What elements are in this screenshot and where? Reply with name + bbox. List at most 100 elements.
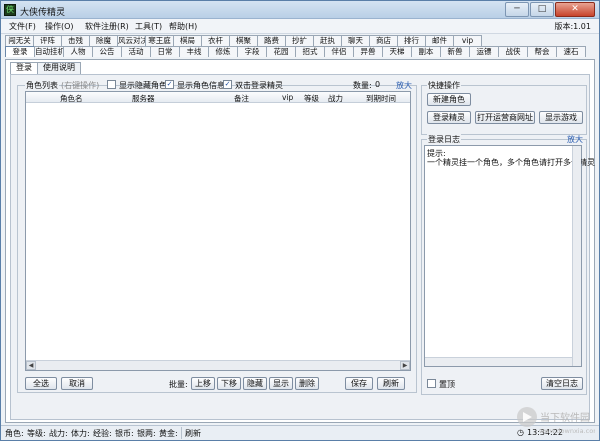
menu-operation[interactable]: 操作(O) bbox=[45, 21, 74, 32]
menu-file[interactable]: 文件(F) bbox=[9, 21, 36, 32]
function-tab[interactable]: 自动挂机 bbox=[34, 46, 64, 57]
menu-tools[interactable]: 工具(T) bbox=[135, 21, 162, 32]
svg-text:www.downxia.com: www.downxia.com bbox=[539, 427, 595, 435]
log-zoom-link[interactable]: 放大 bbox=[567, 134, 583, 145]
show-hidden-checkbox[interactable] bbox=[107, 80, 116, 89]
function-tab[interactable]: 修炼 bbox=[208, 46, 238, 57]
quick-ops-label: 快捷操作 bbox=[427, 80, 461, 91]
status-bar: 角色: 等级: 战力: 体力: 经验: 银币: 银两: 黄金: 刷新 ◷ 13:… bbox=[1, 425, 599, 440]
minimize-button[interactable]: ─ bbox=[505, 2, 529, 17]
login-log-textarea[interactable]: 提示: 一个精灵挂一个角色，多个角色请打开多个精灵 bbox=[424, 145, 595, 367]
function-tab[interactable]: 异兽 bbox=[353, 46, 383, 57]
column-header[interactable]: 备注 bbox=[234, 93, 249, 104]
column-header[interactable]: vip bbox=[282, 93, 293, 102]
save-button[interactable]: 保存 bbox=[345, 377, 373, 390]
delete-button[interactable]: 删除 bbox=[295, 377, 319, 390]
function-tab[interactable]: 战侠 bbox=[498, 46, 528, 57]
refresh-list-button[interactable]: 刷新 bbox=[377, 377, 405, 390]
column-header[interactable]: 等级 bbox=[304, 93, 319, 104]
log-hscrollbar[interactable] bbox=[425, 357, 572, 366]
title-bar[interactable]: 侠 大侠传精灵 ─ □ ✕ bbox=[1, 1, 599, 19]
close-button[interactable]: ✕ bbox=[555, 2, 595, 17]
function-tab[interactable]: 赶执 bbox=[313, 35, 342, 46]
function-tab[interactable]: vip bbox=[453, 35, 482, 46]
subtab-login[interactable]: 登录 bbox=[10, 62, 38, 74]
function-tab[interactable]: 衣杆 bbox=[201, 35, 230, 46]
count-label: 数量: bbox=[353, 81, 372, 90]
function-tab[interactable]: 击残 bbox=[61, 35, 90, 46]
function-tab[interactable]: 寒王庭 bbox=[145, 35, 174, 46]
show-game-button[interactable]: 显示游戏 bbox=[539, 111, 583, 124]
function-tab[interactable]: 排行 bbox=[397, 35, 426, 46]
move-down-button[interactable]: 下移 bbox=[217, 377, 241, 390]
dblclick-login-label: 双击登录精灵 bbox=[235, 81, 283, 90]
role-list-hscrollbar[interactable]: ◀ ▶ bbox=[26, 360, 410, 370]
status-power: 战力: bbox=[49, 429, 68, 438]
function-tab[interactable]: 棋聚 bbox=[229, 35, 258, 46]
function-tab[interactable]: 伴侣 bbox=[324, 46, 354, 57]
function-tab[interactable]: 丰线 bbox=[179, 46, 209, 57]
function-tab[interactable]: 字段 bbox=[237, 46, 267, 57]
hide-button[interactable]: 隐藏 bbox=[243, 377, 267, 390]
login-content: 角色列表 (右键操作) 显示隐藏角色 ✓ 显示角色信息 ✓ 双击登录精灵 数量:… bbox=[10, 74, 595, 420]
role-list-zoom-link[interactable]: 放大 bbox=[396, 80, 412, 91]
function-tab[interactable]: 新兽 bbox=[440, 46, 470, 57]
function-tab[interactable]: 登录 bbox=[5, 46, 35, 57]
subtab-instructions[interactable]: 使用说明 bbox=[37, 62, 81, 74]
role-list-hint: (右键操作) bbox=[61, 81, 100, 90]
function-tab[interactable]: 除魔 bbox=[89, 35, 118, 46]
column-header[interactable]: 战力 bbox=[328, 93, 343, 104]
function-tab[interactable]: 帮会 bbox=[527, 46, 557, 57]
function-tab[interactable]: 棋局 bbox=[173, 35, 202, 46]
function-tab[interactable]: 花园 bbox=[266, 46, 296, 57]
menu-help[interactable]: 帮助(H) bbox=[169, 21, 197, 32]
function-tab[interactable]: 商店 bbox=[369, 35, 398, 46]
login-log-label: 登录日志 bbox=[427, 134, 461, 145]
svg-text:当下软件园: 当下软件园 bbox=[540, 411, 590, 424]
role-list-table[interactable]: 角色名 服务器 备注 vip 等级 战力 到期时间 ◀ ▶ bbox=[25, 91, 411, 371]
dblclick-login-checkbox[interactable]: ✓ bbox=[223, 80, 232, 89]
function-tab[interactable]: 运镖 bbox=[469, 46, 499, 57]
function-tab[interactable]: 抄扩 bbox=[285, 35, 314, 46]
function-tab[interactable]: 风云对决 bbox=[117, 35, 146, 46]
function-tab[interactable]: 路费 bbox=[257, 35, 286, 46]
scroll-left-icon[interactable]: ◀ bbox=[26, 361, 36, 370]
maximize-button[interactable]: □ bbox=[530, 2, 554, 17]
status-gold: 黄金: bbox=[159, 429, 178, 438]
move-up-button[interactable]: 上移 bbox=[191, 377, 215, 390]
function-tab[interactable]: 日常 bbox=[150, 46, 180, 57]
select-all-button[interactable]: 全选 bbox=[25, 377, 57, 390]
scroll-right-icon[interactable]: ▶ bbox=[400, 361, 410, 370]
function-tab[interactable]: 邮件 bbox=[425, 35, 454, 46]
menu-bar: 文件(F) 操作(O) 软件注册(R) 工具(T) 帮助(H) 版本:1.01 bbox=[1, 19, 599, 34]
function-tab[interactable]: 评阵 bbox=[33, 35, 62, 46]
function-tabs: 闯无关 评阵 击残 除魔 风云对决 寒王庭 棋局 衣杆 棋聚 路费 抄扩 赶执 聊天 商店 排行 邮件 vip … bbox=[5, 35, 595, 59]
column-header[interactable]: 到期时间 bbox=[366, 93, 396, 104]
cancel-button[interactable]: 取消 bbox=[61, 377, 93, 390]
function-tab[interactable]: 招式 bbox=[295, 46, 325, 57]
open-operator-site-button[interactable]: 打开运营商网址 bbox=[475, 111, 535, 124]
function-tab[interactable]: 闯无关 bbox=[5, 35, 34, 46]
topmost-checkbox[interactable] bbox=[427, 379, 436, 388]
role-list-header: 角色名 服务器 备注 vip 等级 战力 到期时间 bbox=[26, 92, 410, 103]
function-tab[interactable]: 天梯 bbox=[382, 46, 412, 57]
function-tab[interactable]: 人物 bbox=[63, 46, 93, 57]
function-tab[interactable]: 速石 bbox=[556, 46, 586, 57]
function-tab[interactable]: 副本 bbox=[411, 46, 441, 57]
count-value: 0 bbox=[375, 80, 381, 89]
show-info-checkbox[interactable]: ✓ bbox=[165, 80, 174, 89]
login-sprite-button[interactable]: 登录精灵 bbox=[427, 111, 471, 124]
function-tab[interactable]: 活动 bbox=[121, 46, 151, 57]
new-role-button[interactable]: 新建角色 bbox=[427, 93, 471, 106]
log-vscrollbar[interactable] bbox=[572, 146, 581, 366]
menu-register[interactable]: 软件注册(R) bbox=[85, 21, 129, 32]
status-exp: 经验: bbox=[93, 429, 112, 438]
app-logo-icon: 侠 bbox=[4, 4, 16, 16]
column-header[interactable]: 服务器 bbox=[132, 93, 155, 104]
show-button[interactable]: 显示 bbox=[269, 377, 293, 390]
clear-log-button[interactable]: 清空日志 bbox=[541, 377, 583, 390]
column-header[interactable]: 角色名 bbox=[60, 93, 83, 104]
function-tab[interactable]: 聊天 bbox=[341, 35, 370, 46]
status-refresh-link[interactable]: 刷新 bbox=[185, 428, 201, 439]
function-tab[interactable]: 公告 bbox=[92, 46, 122, 57]
